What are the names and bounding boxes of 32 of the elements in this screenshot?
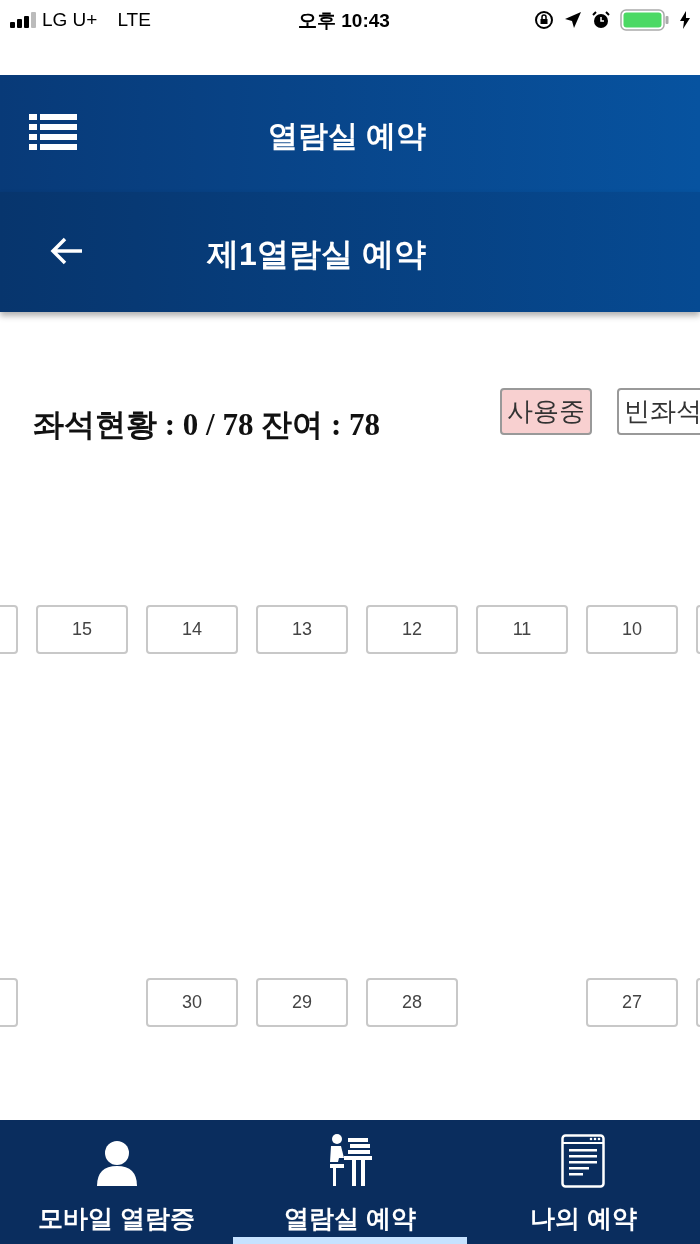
location-arrow-icon — [564, 11, 582, 29]
page-title: 제1열람실 예약 — [207, 234, 426, 274]
seat-button[interactable]: 29 — [256, 977, 348, 1027]
legend-tag: 사용중 — [500, 387, 592, 435]
rotation-lock-icon — [534, 10, 554, 30]
app-title: 열람실 예약 — [268, 117, 427, 154]
menu-icon[interactable] — [29, 113, 77, 152]
seat-button[interactable]: 15 — [36, 604, 128, 654]
seat-summary: 좌석현황 : 0 / 78 잔여 : 78 — [33, 405, 380, 444]
alarm-clock-icon — [592, 11, 610, 29]
seat-button[interactable]: 11 — [476, 604, 568, 654]
seat-button[interactable]: 27 — [586, 977, 678, 1027]
seat-button[interactable]: 13 — [256, 604, 348, 654]
person-at-desk-icon — [328, 1133, 372, 1188]
signal-icon — [10, 12, 38, 28]
clock-time: 오후 10:43 — [298, 9, 390, 33]
nav-tab[interactable]: 모바일 열람증 — [0, 1119, 234, 1244]
seat-button[interactable]: 30 — [146, 977, 238, 1027]
seat-button[interactable]: 28 — [366, 977, 458, 1027]
back-arrow-icon[interactable] — [50, 236, 84, 265]
seat-button[interactable]: 12 — [366, 604, 458, 654]
seat-button[interactable]: 14 — [146, 604, 238, 654]
legend-tag: 빈좌석 — [617, 387, 700, 435]
seat-button[interactable]: 10 — [586, 604, 678, 654]
nav-tab[interactable]: 나의 예약 — [466, 1119, 700, 1244]
battery-icon — [620, 9, 670, 31]
nav-tab[interactable]: 열람실 예약 — [233, 1119, 467, 1244]
charging-bolt-icon — [680, 11, 690, 29]
carrier-name: LG U+ — [42, 7, 98, 32]
network-type: LTE — [117, 7, 151, 32]
person-icon — [94, 1139, 139, 1188]
document-icon — [561, 1133, 606, 1188]
